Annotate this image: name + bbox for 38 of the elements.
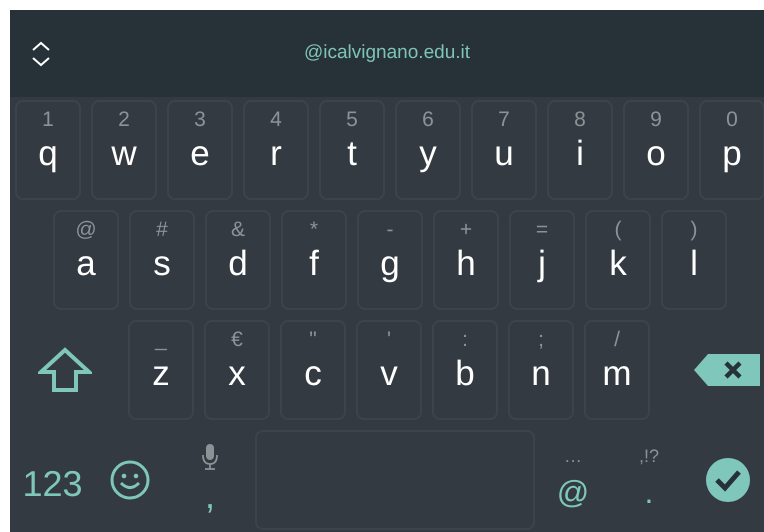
key[interactable]: … @ xyxy=(535,430,611,530)
comma-key[interactable]: , xyxy=(165,430,255,530)
key[interactable]: & d xyxy=(205,210,271,310)
microphone-icon xyxy=(202,444,218,470)
backspace-icon xyxy=(694,354,760,386)
expand-button[interactable] xyxy=(30,40,52,68)
key[interactable]: * f xyxy=(281,210,347,310)
chevrons-icon xyxy=(30,40,52,68)
symbols-key[interactable]: 123 xyxy=(10,430,95,530)
key[interactable]: 2 w xyxy=(91,100,157,200)
key[interactable]: + h xyxy=(433,210,499,310)
shift-icon xyxy=(38,347,92,393)
key[interactable]: - g xyxy=(357,210,423,310)
key[interactable]: ) l xyxy=(661,210,727,310)
key[interactable]: € x xyxy=(204,320,270,420)
key[interactable]: 8 i xyxy=(547,100,613,200)
key[interactable]: ' v xyxy=(356,320,422,420)
key[interactable]: / m xyxy=(584,320,650,420)
key[interactable]: # s xyxy=(129,210,195,310)
key[interactable]: 4 r xyxy=(243,100,309,200)
key[interactable]: : b xyxy=(432,320,498,420)
smiley-icon xyxy=(109,459,151,501)
key[interactable]: 9 o xyxy=(623,100,689,200)
key[interactable]: 6 y xyxy=(395,100,461,200)
key[interactable]: ,!? . xyxy=(611,430,687,530)
key[interactable]: 1 q xyxy=(15,100,81,200)
key[interactable]: 5 t xyxy=(319,100,385,200)
suggestion[interactable]: @icalvignano.edu.it xyxy=(304,39,470,68)
key[interactable]: " c xyxy=(280,320,346,420)
key[interactable]: 3 e xyxy=(167,100,233,200)
key[interactable]: 7 u xyxy=(471,100,537,200)
checkmark-icon xyxy=(706,458,750,502)
key[interactable]: _ z xyxy=(128,320,194,420)
key[interactable]: ( k xyxy=(585,210,651,310)
key[interactable]: 0 p xyxy=(699,100,764,200)
key[interactable]: ; n xyxy=(508,320,574,420)
key[interactable]: = j xyxy=(509,210,575,310)
key[interactable]: @ a xyxy=(53,210,119,310)
